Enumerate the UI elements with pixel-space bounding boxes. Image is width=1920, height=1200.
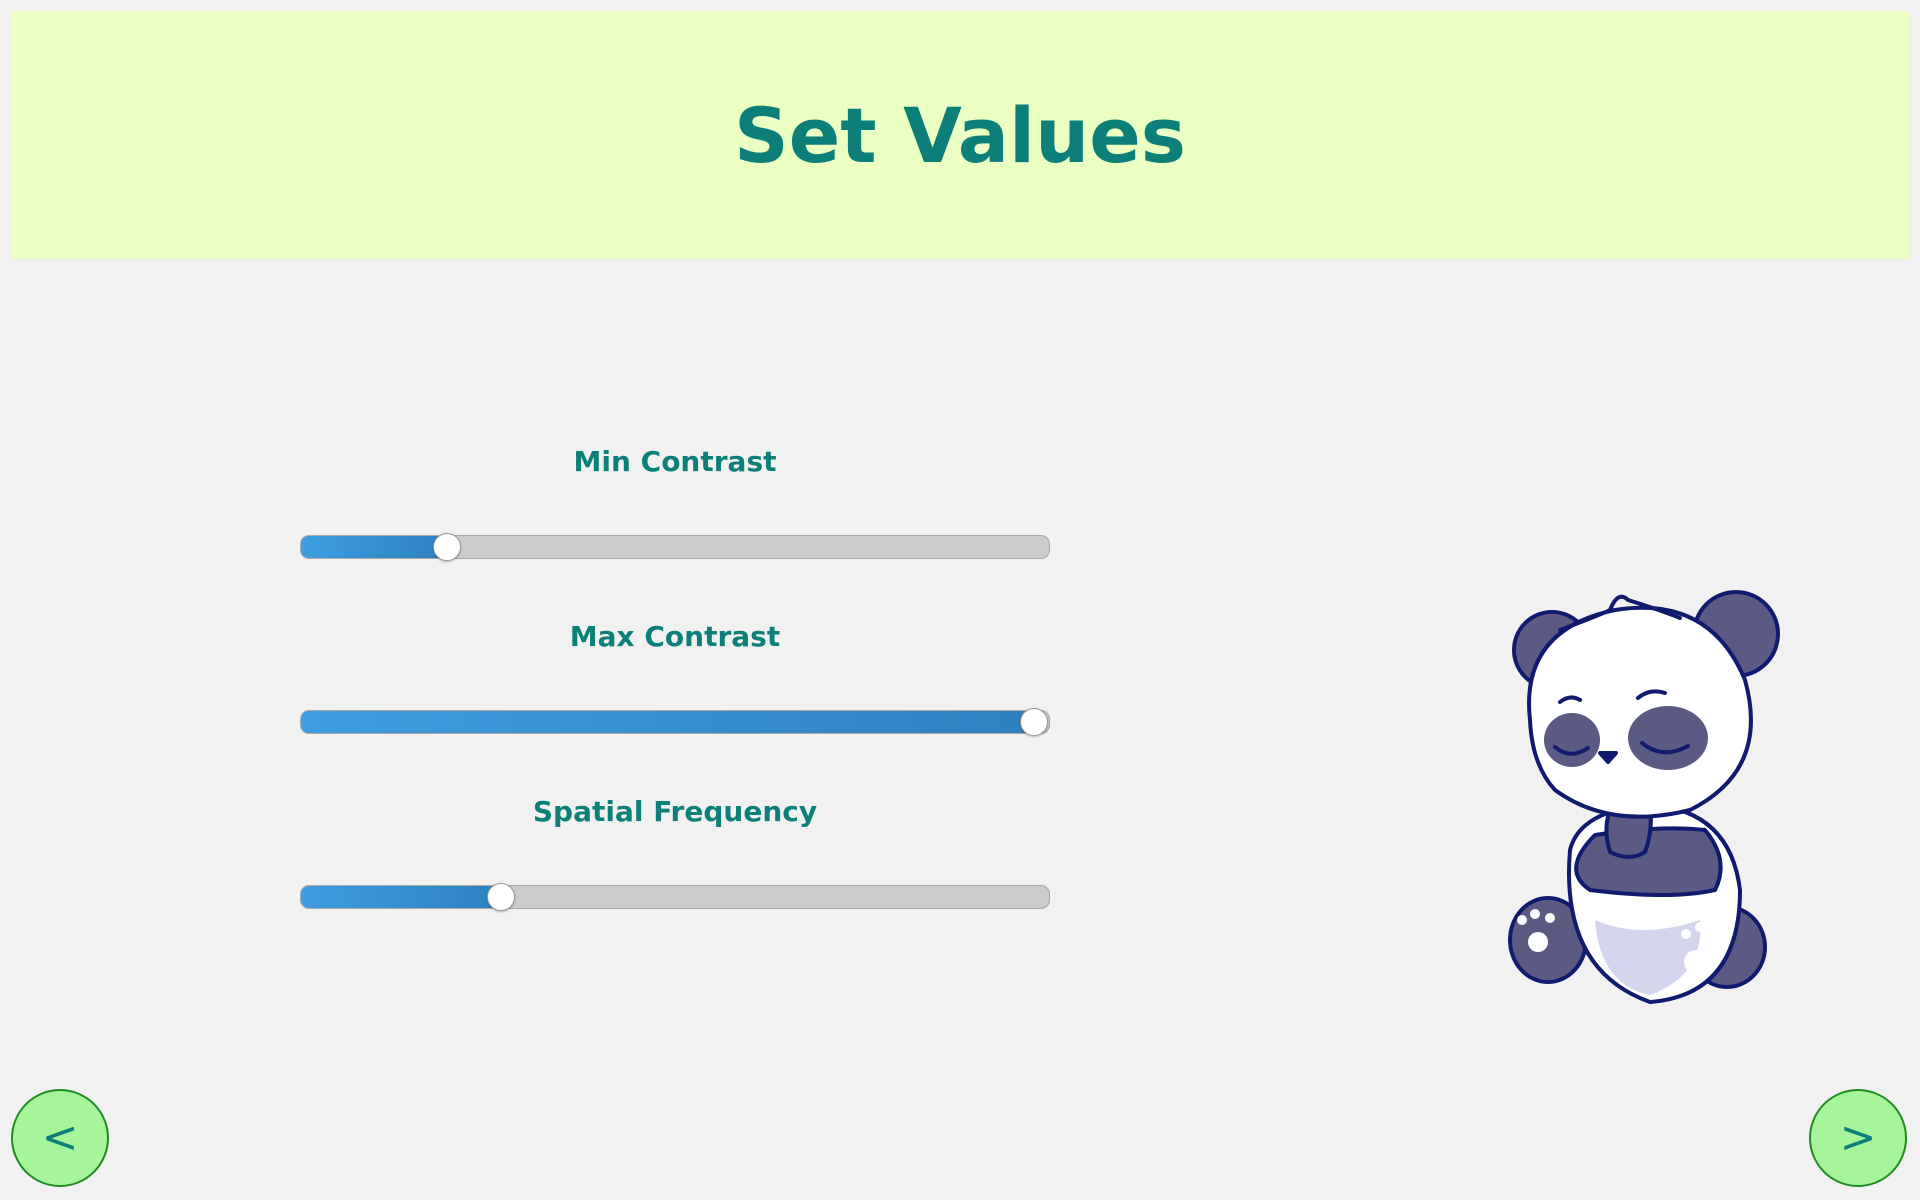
slider-fill bbox=[301, 886, 502, 908]
slider-label: Spatial Frequency bbox=[532, 795, 818, 828]
max-contrast-slider[interactable] bbox=[300, 708, 1050, 736]
min-contrast-slider[interactable] bbox=[300, 533, 1050, 561]
spatial-frequency-slider[interactable] bbox=[300, 883, 1050, 911]
slider-thumb[interactable] bbox=[487, 883, 516, 911]
slider-thumb[interactable] bbox=[432, 533, 461, 561]
panda-illustration bbox=[1508, 590, 1780, 1004]
slider-thumb[interactable] bbox=[1020, 708, 1049, 736]
previous-button[interactable]: < bbox=[11, 1089, 109, 1187]
page-title: Set Values bbox=[734, 90, 1186, 180]
slider-group-min-contrast: Min Contrast bbox=[300, 442, 1050, 482]
header-banner: Set Values bbox=[11, 11, 1909, 259]
slider-group-spatial-frequency: Spatial Frequency bbox=[300, 792, 1050, 832]
slider-group-max-contrast: Max Contrast bbox=[300, 617, 1050, 657]
slider-fill bbox=[301, 711, 1035, 733]
next-button[interactable]: > bbox=[1809, 1089, 1907, 1187]
slider-label: Min Contrast bbox=[573, 445, 777, 478]
slider-label: Max Contrast bbox=[569, 620, 781, 653]
slider-fill bbox=[301, 536, 447, 558]
